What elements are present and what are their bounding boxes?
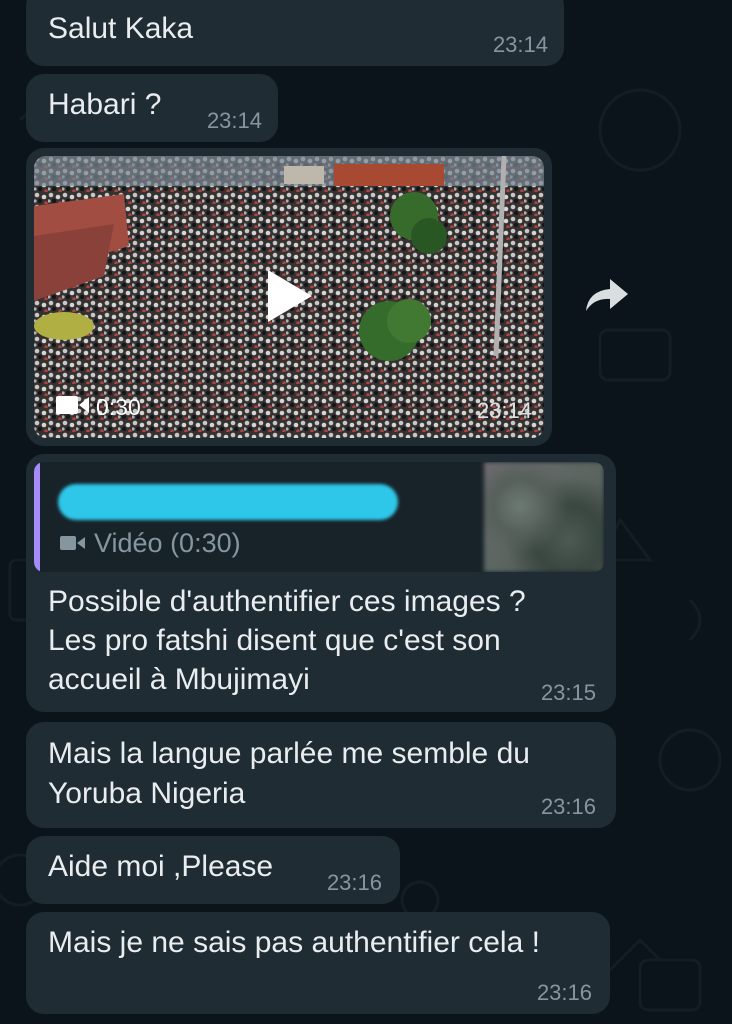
message-text: Mais la langue parlée me semble du Yorub…	[48, 734, 530, 814]
message-time: 23:14	[476, 398, 532, 423]
message-text: Mais je ne sais pas authentifier cela !	[48, 926, 540, 959]
message-line: Yoruba Nigeria	[48, 777, 246, 810]
message-time: 23:15	[540, 680, 596, 705]
message-bubble[interactable]: Salut Kaka 23:14	[26, 0, 564, 66]
message-bubble[interactable]: Habari ? 23:14	[26, 74, 278, 142]
message-time: 23:16	[326, 870, 382, 895]
play-icon[interactable]	[264, 268, 314, 329]
message-line: Les pro fatshi disent que c'est son	[48, 624, 501, 657]
message-bubble[interactable]: Mais je ne sais pas authentifier cela ! …	[26, 912, 610, 1014]
message-text: Possible d'authentifier ces images ? Les…	[48, 582, 526, 699]
message-time: 23:16	[540, 794, 596, 819]
message-text: Habari ?	[48, 88, 162, 121]
video-camera-icon	[60, 528, 86, 559]
quoted-media-info: Vidéo (0:30)	[60, 528, 241, 559]
quoted-video-thumbnail	[484, 462, 604, 572]
message-time: 23:16	[536, 980, 592, 1005]
video-message[interactable]: 0:30 23:14	[26, 148, 552, 446]
quoted-message[interactable]: Vidéo (0:30)	[34, 462, 604, 572]
video-camera-icon	[56, 394, 90, 421]
message-text: Aide moi ,Please	[48, 850, 274, 883]
message-time: 23:14	[206, 108, 262, 133]
forward-icon	[584, 277, 630, 318]
quoted-media-label: Vidéo (0:30)	[94, 528, 241, 558]
message-bubble[interactable]: Aide moi ,Please 23:16	[26, 836, 400, 904]
video-duration: 0:30	[56, 394, 141, 421]
redacted-sender-name	[58, 484, 398, 520]
video-thumbnail[interactable]: 0:30 23:14	[34, 156, 544, 438]
message-line: accueil à Mbujimayi	[48, 663, 310, 696]
message-bubble[interactable]: Vidéo (0:30) Possible d'authentifier ces…	[26, 454, 616, 712]
message-line: Mais la langue parlée me semble du	[48, 737, 530, 770]
message-bubble[interactable]: Mais la langue parlée me semble du Yorub…	[26, 722, 616, 828]
forward-button[interactable]	[580, 270, 634, 324]
message-line: Possible d'authentifier ces images ?	[48, 585, 526, 618]
message-time: 23:14	[492, 32, 548, 57]
message-text: Salut Kaka	[48, 12, 194, 45]
quote-accent-bar	[34, 462, 40, 572]
duration-label: 0:30	[96, 394, 141, 420]
